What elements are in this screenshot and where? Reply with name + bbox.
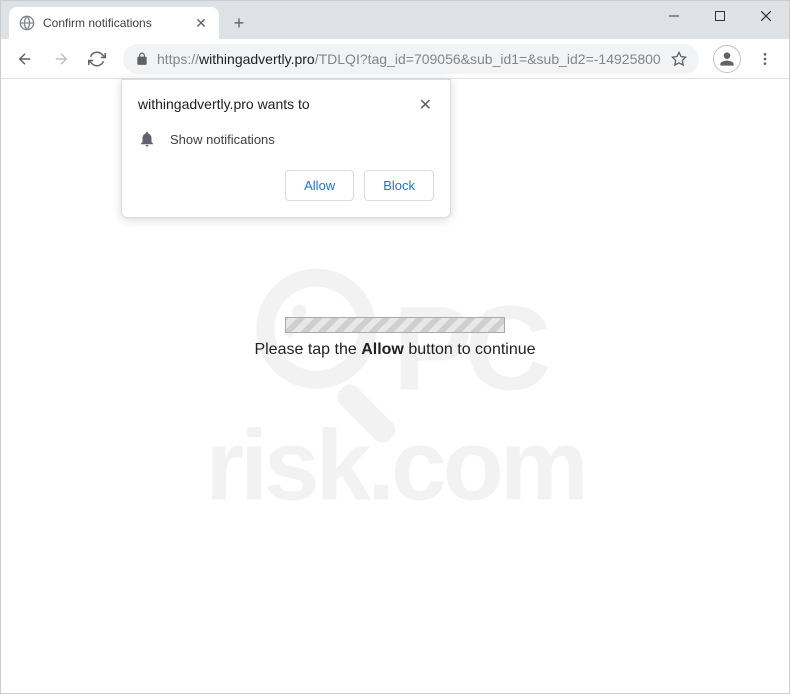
address-bar[interactable]: https://withingadvertly.pro/TDLQI?tag_id… (123, 44, 699, 74)
progress-bar (285, 317, 505, 333)
page-message-area: Please tap the Allow button to continue (1, 317, 789, 359)
profile-avatar-button[interactable] (713, 45, 741, 73)
reload-button[interactable] (81, 43, 113, 75)
page-content: PC risk.com withingadvertly.pro wants to… (1, 79, 789, 693)
browser-titlebar: Confirm notifications ✕ + (1, 1, 789, 39)
window-controls (651, 1, 789, 31)
browser-toolbar: https://withingadvertly.pro/TDLQI?tag_id… (1, 39, 789, 79)
permission-item-text: Show notifications (170, 132, 275, 147)
permission-title: withingadvertly.pro wants to (138, 96, 310, 112)
url-host: withingadvertly.pro (199, 51, 315, 67)
notification-permission-popup: withingadvertly.pro wants to ✕ Show noti… (121, 79, 451, 218)
watermark-text-bottom: risk.com (205, 409, 584, 524)
close-icon[interactable]: ✕ (417, 96, 434, 116)
allow-button[interactable]: Allow (285, 170, 354, 201)
bookmark-star-icon[interactable] (665, 51, 687, 67)
bell-icon (138, 130, 156, 148)
watermark: PC risk.com (205, 269, 584, 524)
back-button[interactable] (9, 43, 41, 75)
block-button[interactable]: Block (364, 170, 434, 201)
browser-menu-button[interactable] (749, 43, 781, 75)
tab-title: Confirm notifications (43, 16, 193, 30)
new-tab-button[interactable]: + (225, 9, 253, 37)
tab-close-icon[interactable]: ✕ (193, 15, 209, 31)
globe-icon (19, 15, 35, 31)
page-message: Please tap the Allow button to continue (1, 341, 789, 359)
url-path: /TDLQI?tag_id=709056&sub_id1=&sub_id2=-1… (315, 51, 661, 67)
minimize-button[interactable] (651, 1, 697, 31)
close-window-button[interactable] (743, 1, 789, 31)
lock-icon (135, 52, 149, 66)
url-protocol: https:// (157, 51, 199, 67)
browser-tab[interactable]: Confirm notifications ✕ (9, 7, 219, 39)
maximize-button[interactable] (697, 1, 743, 31)
forward-button[interactable] (45, 43, 77, 75)
msg-bold: Allow (361, 341, 404, 358)
msg-pre: Please tap the (254, 341, 361, 358)
msg-post: button to continue (404, 341, 536, 358)
